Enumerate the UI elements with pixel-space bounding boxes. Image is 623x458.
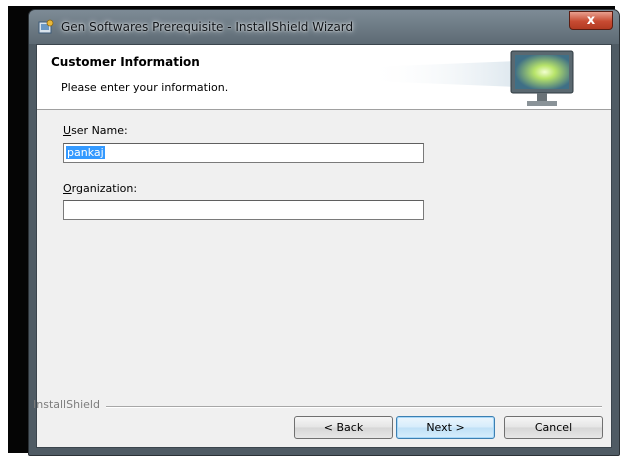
page-subtitle: Please enter your information. [61, 81, 229, 94]
page-title: Customer Information [51, 55, 200, 69]
user-name-label: User Name: [63, 124, 128, 137]
user-name-accelerator: U [63, 124, 72, 137]
user-name-value: pankaj [66, 146, 105, 159]
close-button[interactable]: x [569, 11, 613, 30]
next-button[interactable]: Next > [396, 416, 495, 439]
installshield-brand: InstallShield [33, 398, 100, 411]
installshield-setup-icon [38, 19, 54, 34]
footer-divider [106, 406, 602, 408]
wizard-client-area: Customer Information Please enter your i… [33, 44, 612, 448]
close-icon: x [586, 13, 596, 28]
header-banner: Customer Information Please enter your i… [37, 45, 611, 110]
organization-input[interactable] [63, 200, 424, 220]
cancel-button[interactable]: Cancel [504, 416, 603, 439]
organization-label-text: rganization: [71, 182, 138, 195]
installer-window: Gen Softwares Prerequisite - InstallShie… [28, 9, 620, 456]
user-name-input[interactable]: pankaj [63, 143, 424, 163]
computer-monitor-icon [510, 50, 574, 106]
title-bar[interactable]: Gen Softwares Prerequisite - InstallShie… [29, 10, 619, 44]
window-title: Gen Softwares Prerequisite - InstallShie… [61, 20, 354, 34]
user-name-label-text: ser Name: [71, 124, 128, 137]
organization-label: Organization: [63, 182, 137, 195]
back-button[interactable]: < Back [294, 416, 393, 439]
organization-accelerator: O [63, 182, 72, 195]
